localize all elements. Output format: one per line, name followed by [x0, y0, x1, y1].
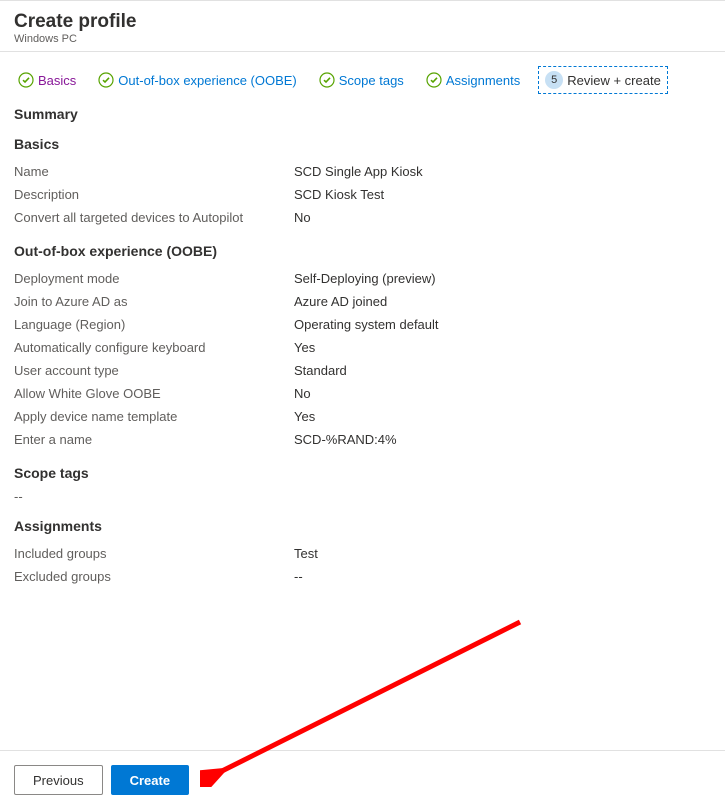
check-icon: [18, 72, 34, 88]
section-title-summary: Summary: [14, 106, 711, 122]
step-number-badge: 5: [545, 71, 563, 89]
row-user-account-type: User account type Standard: [14, 359, 711, 382]
section-title-assignments: Assignments: [14, 518, 711, 534]
check-icon: [426, 72, 442, 88]
value: SCD Single App Kiosk: [294, 164, 711, 179]
value: Yes: [294, 340, 711, 355]
row-enter-name: Enter a name SCD-%RAND:4%: [14, 428, 711, 451]
value: Azure AD joined: [294, 294, 711, 309]
value: No: [294, 386, 711, 401]
section-title-scope-tags: Scope tags: [14, 465, 711, 481]
label: User account type: [14, 363, 294, 378]
tab-label: Out-of-box experience (OOBE): [118, 73, 296, 88]
row-name: Name SCD Single App Kiosk: [14, 160, 711, 183]
page-title: Create profile: [14, 11, 711, 33]
tab-assignments[interactable]: Assignments: [422, 68, 524, 92]
previous-button[interactable]: Previous: [14, 765, 103, 795]
label: Join to Azure AD as: [14, 294, 294, 309]
tab-label: Assignments: [446, 73, 520, 88]
label: Name: [14, 164, 294, 179]
create-button[interactable]: Create: [111, 765, 189, 795]
wizard-tabs: Basics Out-of-box experience (OOBE) Scop…: [14, 52, 711, 104]
value: Standard: [294, 363, 711, 378]
label: Allow White Glove OOBE: [14, 386, 294, 401]
tab-scope-tags[interactable]: Scope tags: [315, 68, 408, 92]
label: Apply device name template: [14, 409, 294, 424]
label: Language (Region): [14, 317, 294, 332]
tab-review-create[interactable]: 5 Review + create: [538, 66, 668, 94]
section-title-oobe: Out-of-box experience (OOBE): [14, 243, 711, 259]
scope-tags-empty: --: [14, 489, 711, 504]
value: Yes: [294, 409, 711, 424]
tab-oobe[interactable]: Out-of-box experience (OOBE): [94, 68, 300, 92]
value: Operating system default: [294, 317, 711, 332]
value: SCD-%RAND:4%: [294, 432, 711, 447]
label: Included groups: [14, 546, 294, 561]
check-icon: [319, 72, 335, 88]
tab-label: Review + create: [567, 73, 661, 88]
row-deployment-mode: Deployment mode Self-Deploying (preview): [14, 267, 711, 290]
label: Description: [14, 187, 294, 202]
row-description: Description SCD Kiosk Test: [14, 183, 711, 206]
tab-basics[interactable]: Basics: [14, 68, 80, 92]
label: Automatically configure keyboard: [14, 340, 294, 355]
row-language: Language (Region) Operating system defau…: [14, 313, 711, 336]
page-header: Create profile Windows PC: [0, 0, 725, 52]
label: Enter a name: [14, 432, 294, 447]
value: --: [294, 569, 711, 584]
page-subtitle: Windows PC: [14, 33, 711, 45]
section-title-basics: Basics: [14, 136, 711, 152]
value: Test: [294, 546, 711, 561]
row-excluded-groups: Excluded groups --: [14, 565, 711, 588]
row-join-azure-ad: Join to Azure AD as Azure AD joined: [14, 290, 711, 313]
row-convert-autopilot: Convert all targeted devices to Autopilo…: [14, 206, 711, 229]
label: Convert all targeted devices to Autopilo…: [14, 210, 294, 225]
value: No: [294, 210, 711, 225]
footer-buttons: Previous Create: [0, 750, 725, 809]
check-icon: [98, 72, 114, 88]
row-white-glove: Allow White Glove OOBE No: [14, 382, 711, 405]
label: Excluded groups: [14, 569, 294, 584]
row-included-groups: Included groups Test: [14, 542, 711, 565]
value: Self-Deploying (preview): [294, 271, 711, 286]
label: Deployment mode: [14, 271, 294, 286]
tab-label: Scope tags: [339, 73, 404, 88]
row-keyboard: Automatically configure keyboard Yes: [14, 336, 711, 359]
tab-label: Basics: [38, 73, 76, 88]
row-device-name-template: Apply device name template Yes: [14, 405, 711, 428]
value: SCD Kiosk Test: [294, 187, 711, 202]
